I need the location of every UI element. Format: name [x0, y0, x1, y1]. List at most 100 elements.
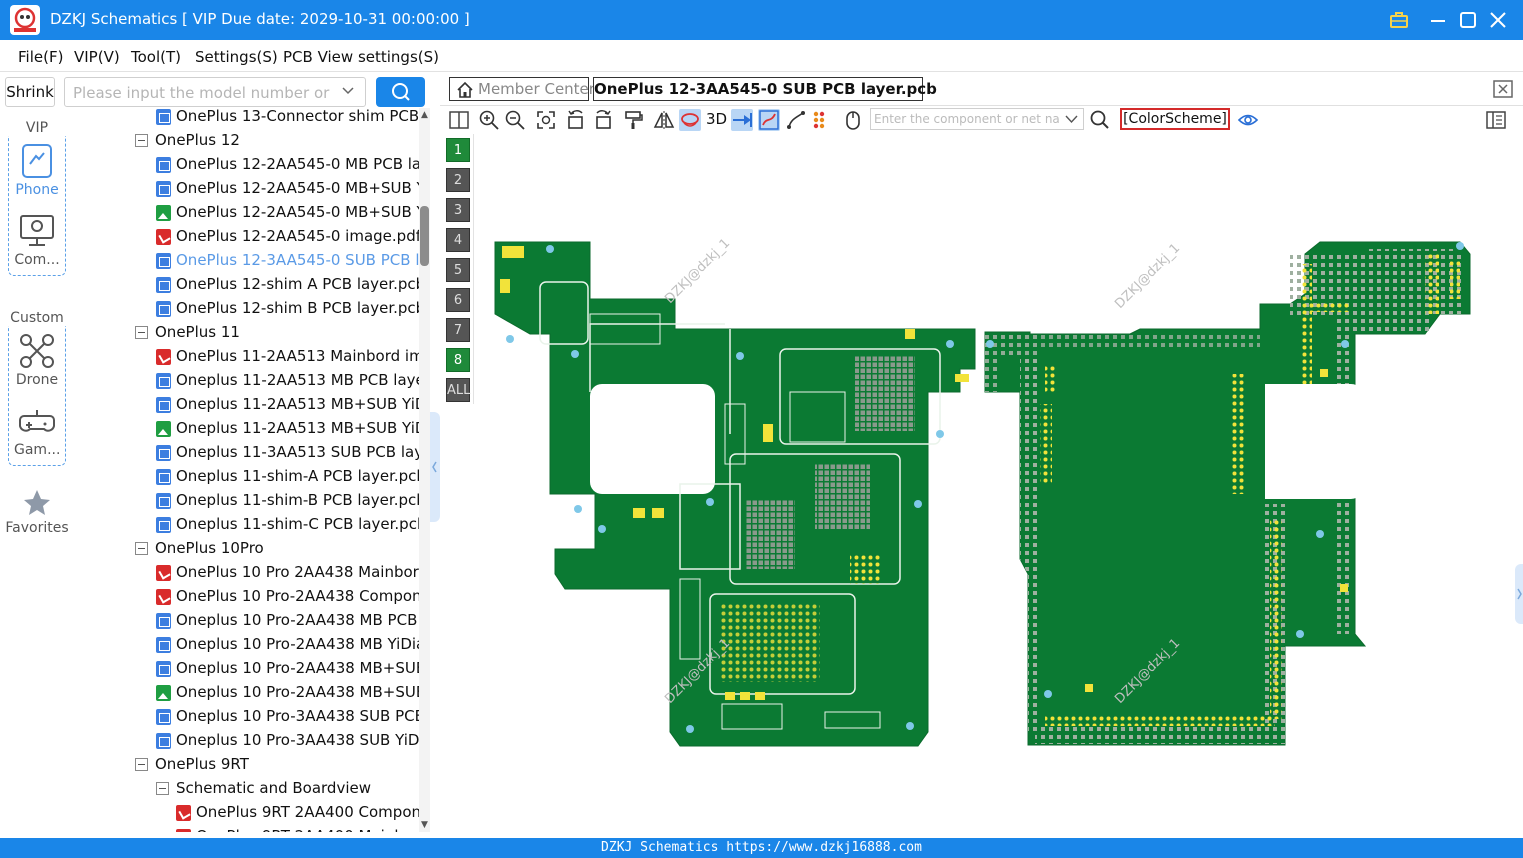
category-phone[interactable]: Phone: [14, 142, 60, 198]
pcb-file-icon: [156, 373, 171, 389]
tree-file-item[interactable]: OnePlus 9RT 2AA400 Component: [74, 801, 420, 825]
chevron-down-icon[interactable]: [1065, 113, 1078, 126]
tree-file-item[interactable]: Oneplus 11-shim-C PCB layer.pcb: [74, 513, 420, 537]
favorites-button[interactable]: Favorites: [4, 488, 70, 536]
fit-view-icon[interactable]: [535, 109, 557, 131]
tree-item-label: OnePlus 10 Pro-2AA438 Component: [176, 587, 420, 605]
tree-file-item[interactable]: OnePlus 12-2AA545-0 image.pdf: [74, 225, 420, 249]
collapse-icon[interactable]: [135, 326, 148, 339]
tree-file-item[interactable]: OnePlus 12-shim A PCB layer.pcb: [74, 273, 420, 297]
component-search-field[interactable]: [870, 108, 1084, 130]
tree-file-item[interactable]: Oneplus 11-2AA513 MB+SUB YiDiar: [74, 417, 420, 441]
category-game[interactable]: Gam...: [14, 402, 60, 458]
close-button[interactable]: [1485, 8, 1511, 32]
menu-vip[interactable]: VIP(V): [74, 48, 120, 66]
tree-file-item[interactable]: Oneplus 10 Pro-2AA438 MB+SUB Yi: [74, 681, 420, 705]
mirror-icon[interactable]: [653, 109, 675, 131]
tree-file-item[interactable]: OnePlus 11-2AA513 Mainbord imag: [74, 345, 420, 369]
tree-file-item[interactable]: Oneplus 11-2AA513 MB PCB layer.pc: [74, 369, 420, 393]
zoom-in-icon[interactable]: [478, 109, 500, 131]
tree-file-item[interactable]: OnePlus 12-shim B PCB layer.pcb: [74, 297, 420, 321]
tree-scrollbar[interactable]: ▲ ▼: [419, 108, 430, 832]
close-tabs-icon[interactable]: [1493, 80, 1513, 98]
search-button[interactable]: [376, 77, 425, 107]
tree-file-item[interactable]: OnePlus 10 Pro-2AA438 Component: [74, 585, 420, 609]
tree-file-item[interactable]: OnePlus 12-2AA545-0 MB PCB layer: [74, 153, 420, 177]
tree-file-item[interactable]: OnePlus 9RT 2AA400 Mainboard: [74, 825, 420, 832]
rotate-right-icon[interactable]: [592, 109, 614, 131]
menu-settings[interactable]: Settings(S): [195, 48, 278, 66]
tree-file-item[interactable]: OnePlus 12-2AA545-0 MB+SUB YiDi: [74, 177, 420, 201]
draw-line-icon[interactable]: [785, 109, 807, 131]
paint-roller-icon[interactable]: [623, 109, 645, 131]
pdf-file-icon: [176, 829, 191, 832]
eye-icon[interactable]: [1237, 109, 1259, 131]
tree-file-item[interactable]: OnePlus 13-Connector shim PCB lay: [74, 108, 420, 129]
tree-file-item[interactable]: Oneplus 11-2AA513 MB+SUB YiDiar: [74, 393, 420, 417]
app-logo: [10, 5, 40, 35]
tree-file-item[interactable]: OnePlus 12-3AA545-0 SUB PCB layer: [74, 249, 420, 273]
dots-grid-icon[interactable]: [811, 109, 833, 131]
collapse-icon[interactable]: [135, 542, 148, 555]
category-computer[interactable]: Com...: [14, 212, 60, 268]
pcb-board-view[interactable]: DZKJ@dzkj_1 DZKJ@dzkj_1 DZKJ@dzkj_1 DZKJ…: [440, 134, 1523, 838]
menu-pcb-view-settings[interactable]: PCB View settings(S): [283, 48, 439, 66]
tree-file-item[interactable]: Oneplus 10 Pro-3AA438 SUB PCB lay: [74, 705, 420, 729]
tree-scrollbar-thumb[interactable]: [420, 206, 429, 266]
tree-item-label: Oneplus 10 Pro-3AA438 SUB YiDianT: [176, 731, 420, 749]
component-search-input[interactable]: [874, 111, 1060, 127]
tree-group[interactable]: OnePlus 9RT: [74, 753, 420, 777]
component-search-icon[interactable]: [1089, 109, 1111, 131]
trace-select-icon[interactable]: [758, 109, 780, 131]
tree-file-item[interactable]: Oneplus 10 Pro-2AA438 MB YiDianT: [74, 633, 420, 657]
maximize-button[interactable]: [1455, 8, 1481, 32]
tab-pcb-file[interactable]: OnePlus 12-3AA545-0 SUB PCB layer.pcb: [593, 77, 937, 101]
tree-file-item[interactable]: OnePlus 10 Pro 2AA438 Mainbord ir: [74, 561, 420, 585]
mouse-icon[interactable]: [842, 109, 864, 131]
menu-file[interactable]: File(F): [18, 48, 63, 66]
chevron-down-icon[interactable]: [341, 84, 355, 98]
category-drone[interactable]: Drone: [14, 332, 60, 388]
tab-member-center[interactable]: Member Center: [449, 77, 595, 101]
tree-file-item[interactable]: Oneplus 10 Pro-2AA438 MB PCB lay: [74, 609, 420, 633]
pcb-canvas[interactable]: 1 2 3 4 5 6 7 8 ALL DZKJ@dzkj_1 DZKJ@dzk…: [440, 134, 1523, 838]
side-panel-icon[interactable]: [1485, 109, 1507, 131]
zoom-out-icon[interactable]: [504, 109, 526, 131]
pin-jump-icon[interactable]: [731, 109, 753, 131]
tree-file-item[interactable]: Oneplus 10 Pro-2AA438 MB+SUB Yi: [74, 657, 420, 681]
split-view-icon[interactable]: [448, 109, 470, 131]
tab-member-center-label: Member Center: [478, 80, 595, 98]
tree-group[interactable]: OnePlus 12: [74, 129, 420, 153]
panel-collapse-handle[interactable]: [430, 412, 440, 522]
tree-group[interactable]: Schematic and Boardview: [74, 777, 420, 801]
briefcase-icon[interactable]: [1386, 8, 1412, 32]
scroll-down-icon[interactable]: ▼: [420, 820, 429, 830]
favorites-label: Favorites: [5, 520, 69, 536]
tree-item-label: OnePlus 11-2AA513 Mainbord imag: [176, 347, 420, 365]
tree-file-item[interactable]: Oneplus 11-3AA513 SUB PCB layer.p: [74, 441, 420, 465]
tree-file-item[interactable]: Oneplus 10 Pro-3AA438 SUB YiDianT: [74, 729, 420, 753]
tree-item-label: OnePlus 12-shim B PCB layer.pcb: [176, 299, 420, 317]
model-search-field[interactable]: [64, 77, 366, 107]
menu-tool[interactable]: Tool(T): [131, 48, 181, 66]
right-panel-handle[interactable]: [1515, 564, 1523, 624]
app-window: DZKJ Schematics [ VIP Due date: 2029-10-…: [0, 0, 1523, 858]
tree-file-item[interactable]: Oneplus 11-shim-A PCB layer.pcb: [74, 465, 420, 489]
collapse-icon[interactable]: [156, 782, 169, 795]
collapse-icon[interactable]: [135, 758, 148, 771]
tree-file-item[interactable]: OnePlus 12-2AA545-0 MB+SUB YiDi: [74, 201, 420, 225]
3d-view-button[interactable]: 3D: [706, 110, 727, 128]
pdf-file-icon: [156, 565, 171, 581]
gamepad-icon: [18, 402, 56, 440]
color-scheme-button[interactable]: [ColorScheme]: [1120, 108, 1230, 130]
collapse-icon[interactable]: [135, 134, 148, 147]
net-highlight-icon[interactable]: [679, 109, 701, 131]
minimize-button[interactable]: [1425, 8, 1451, 32]
tree-group[interactable]: OnePlus 11: [74, 321, 420, 345]
tree-group[interactable]: OnePlus 10Pro: [74, 537, 420, 561]
scroll-up-icon[interactable]: ▲: [420, 110, 429, 120]
model-search-input[interactable]: [73, 82, 335, 104]
shrink-button[interactable]: Shrink: [5, 77, 55, 107]
tree-file-item[interactable]: Oneplus 11-shim-B PCB layer.pcb: [74, 489, 420, 513]
rotate-left-icon[interactable]: [565, 109, 587, 131]
